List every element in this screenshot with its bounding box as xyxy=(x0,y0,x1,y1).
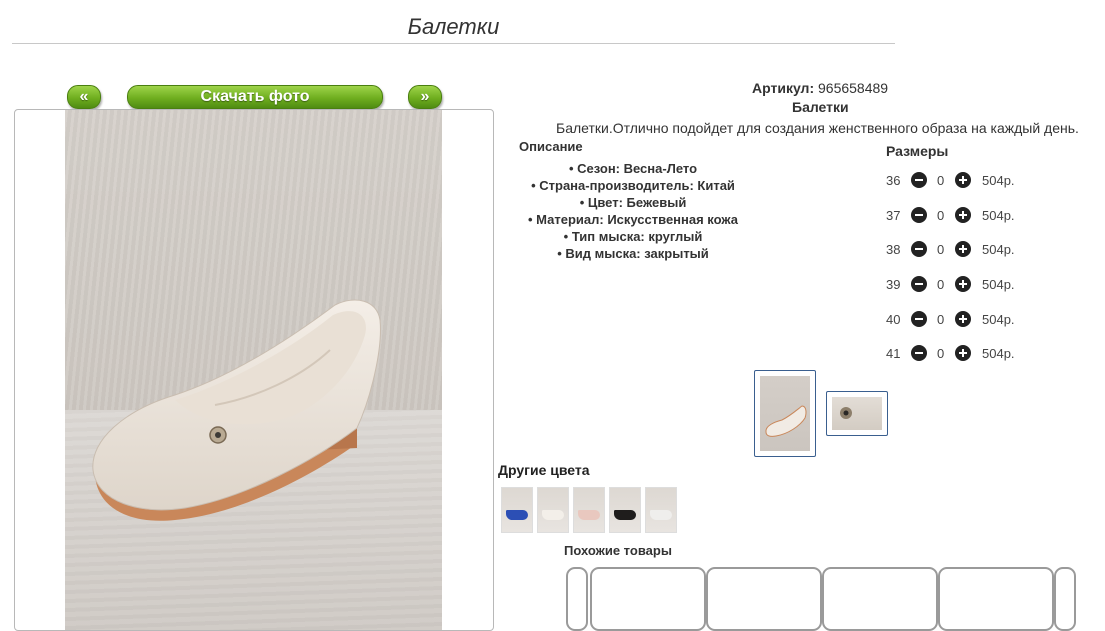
size-price: 504р. xyxy=(982,208,1015,223)
similar-product-card[interactable] xyxy=(938,567,1054,631)
article-value: 965658489 xyxy=(818,80,889,96)
size-price: 504р. xyxy=(982,173,1015,188)
product-name: Балетки xyxy=(792,99,849,115)
page-title: Балетки xyxy=(407,14,500,39)
thumbnail-shoe xyxy=(765,405,807,437)
spec-item: Цвет: Бежевый xyxy=(498,194,768,211)
plus-icon[interactable] xyxy=(955,172,971,188)
size-price: 504р. xyxy=(982,312,1015,327)
swatch-shoe xyxy=(650,510,672,520)
size-quantity: 0 xyxy=(937,277,945,292)
plus-icon[interactable] xyxy=(955,311,971,327)
swatch-shoe xyxy=(542,510,564,520)
article-label: Артикул: xyxy=(752,80,815,96)
size-number: 38 xyxy=(886,242,901,257)
ballet-flat-image xyxy=(92,299,381,521)
size-number: 41 xyxy=(886,346,901,361)
spec-item: Вид мыска: закрытый xyxy=(498,245,768,262)
sizes-heading: Размеры xyxy=(886,143,949,159)
size-number: 39 xyxy=(886,277,901,292)
size-number: 37 xyxy=(886,208,901,223)
similar-product-card[interactable] xyxy=(822,567,938,631)
download-photo-button[interactable]: Скачать фото xyxy=(127,85,383,109)
thumbnail-detail xyxy=(840,407,852,419)
product-description: Балетки.Отлично подойдет для создания же… xyxy=(556,120,1079,136)
other-colors-heading: Другие цвета xyxy=(498,462,590,478)
plus-icon[interactable] xyxy=(955,276,971,292)
color-swatch[interactable] xyxy=(501,487,533,533)
similar-product-card[interactable] xyxy=(706,567,822,631)
size-price: 504р. xyxy=(982,346,1015,361)
size-quantity: 0 xyxy=(937,346,945,361)
main-product-photo[interactable] xyxy=(65,110,442,630)
minus-icon[interactable] xyxy=(911,241,927,257)
color-swatch[interactable] xyxy=(645,487,677,533)
similar-products-heading: Похожие товары xyxy=(564,543,672,558)
size-quantity: 0 xyxy=(937,242,945,257)
title-divider xyxy=(12,43,895,44)
size-number: 36 xyxy=(886,173,901,188)
main-photo-frame xyxy=(14,109,494,631)
minus-icon[interactable] xyxy=(911,172,927,188)
swatch-shoe xyxy=(578,510,600,520)
article-line: Артикул: 965658489 xyxy=(752,80,888,96)
photo-thumbnail[interactable] xyxy=(754,370,816,457)
minus-icon[interactable] xyxy=(911,207,927,223)
spec-item: Тип мыска: круглый xyxy=(498,228,768,245)
plus-icon[interactable] xyxy=(955,345,971,361)
plus-icon[interactable] xyxy=(955,241,971,257)
spec-item: Сезон: Весна-Лето xyxy=(498,160,768,177)
size-quantity: 0 xyxy=(937,173,945,188)
photo-thumbnail[interactable] xyxy=(826,391,888,436)
description-heading: Описание xyxy=(519,139,583,154)
thumbnail-image xyxy=(760,376,810,451)
spec-item: Страна-производитель: Китай xyxy=(498,177,768,194)
similar-scroll-right[interactable] xyxy=(1054,567,1076,631)
size-quantity: 0 xyxy=(937,312,945,327)
color-swatch[interactable] xyxy=(609,487,641,533)
prev-photo-button[interactable]: « xyxy=(67,85,101,109)
next-photo-button[interactable]: » xyxy=(408,85,442,109)
spec-list: Сезон: Весна-Лето Страна-производитель: … xyxy=(498,160,768,262)
minus-icon[interactable] xyxy=(911,276,927,292)
color-swatch[interactable] xyxy=(537,487,569,533)
minus-icon[interactable] xyxy=(911,345,927,361)
plus-icon[interactable] xyxy=(955,207,971,223)
swatch-shoe xyxy=(506,510,528,520)
similar-product-card[interactable] xyxy=(590,567,706,631)
similar-scroll-left[interactable] xyxy=(566,567,588,631)
swatch-shoe xyxy=(614,510,636,520)
size-price: 504р. xyxy=(982,242,1015,257)
size-number: 40 xyxy=(886,312,901,327)
thumbnail-image xyxy=(832,397,882,430)
size-quantity: 0 xyxy=(937,208,945,223)
minus-icon[interactable] xyxy=(911,311,927,327)
color-swatch[interactable] xyxy=(573,487,605,533)
spec-item: Материал: Искусственная кожа xyxy=(498,211,768,228)
size-price: 504р. xyxy=(982,277,1015,292)
